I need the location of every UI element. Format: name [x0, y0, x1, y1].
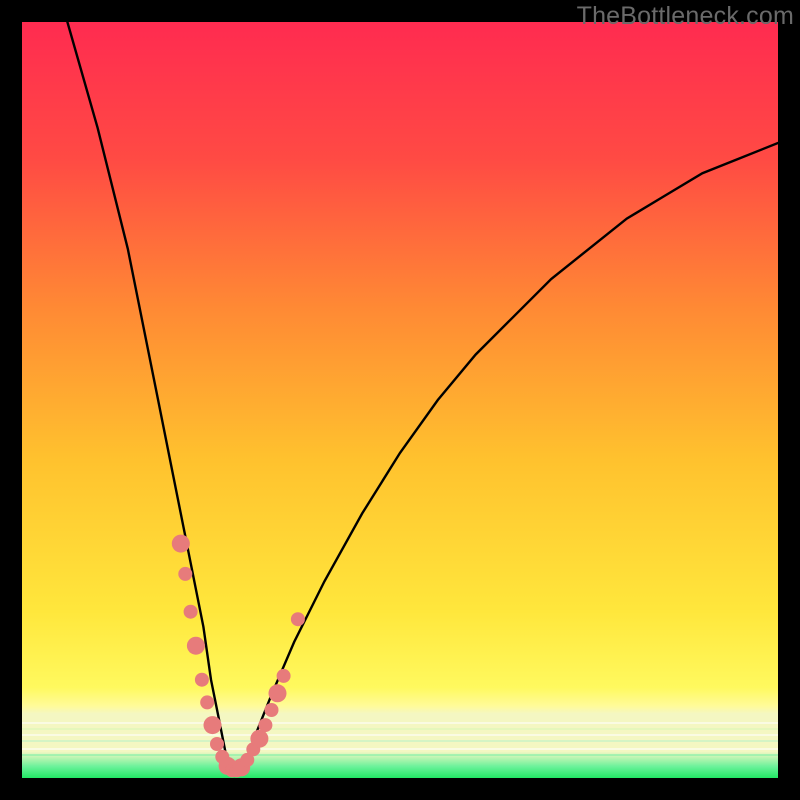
watermark-text: TheBottleneck.com [577, 2, 794, 31]
sample-dot [277, 669, 291, 683]
sample-dot [187, 637, 205, 655]
chart-svg [22, 22, 778, 778]
sample-dot [269, 684, 287, 702]
sample-dot [178, 567, 192, 581]
sample-dot [204, 716, 222, 734]
sample-dot [195, 673, 209, 687]
sample-dot [258, 718, 272, 732]
sample-dot [210, 737, 224, 751]
sample-dot [172, 535, 190, 553]
plot-area [22, 22, 778, 778]
chart-frame: TheBottleneck.com [0, 0, 800, 800]
sample-dot [200, 695, 214, 709]
sample-dot [184, 605, 198, 619]
heat-background [22, 22, 778, 778]
sample-dot [250, 730, 268, 748]
sample-dot [291, 612, 305, 626]
sample-dot [265, 703, 279, 717]
